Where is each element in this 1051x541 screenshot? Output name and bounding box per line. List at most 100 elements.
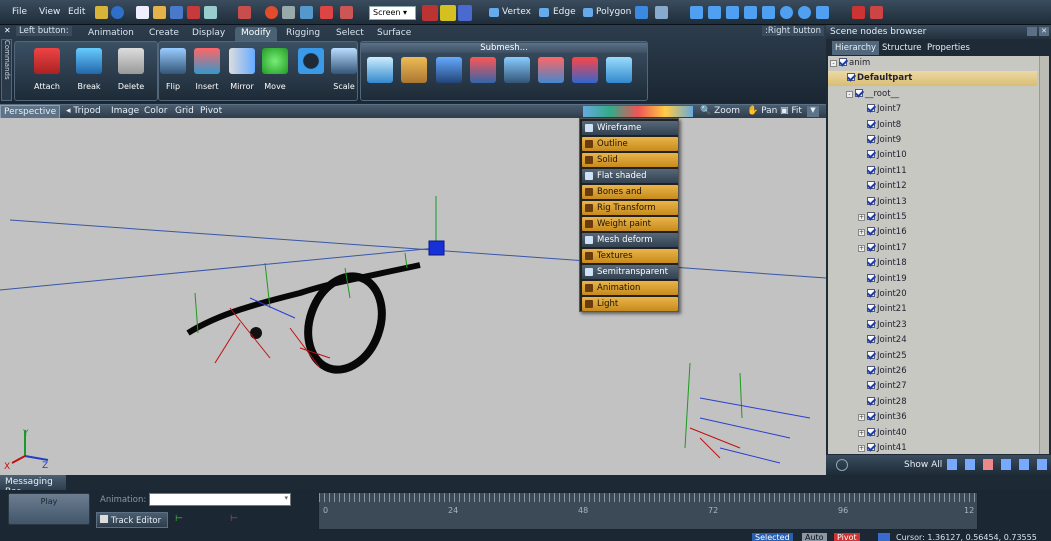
pivot-button[interactable]: Pivot [200,106,222,116]
submesh-extrude-icon[interactable] [436,57,462,83]
tab-rigging[interactable]: Rigging [280,27,326,41]
visibility-checkbox[interactable] [867,381,875,390]
shade-menu-item-flat-shaded[interactable]: Flat shaded [582,169,678,183]
visibility-checkbox[interactable] [867,119,875,128]
open-folder-icon[interactable] [153,6,166,19]
snap-icon[interactable] [635,6,648,19]
tree-node[interactable]: + Joint17 [858,241,907,256]
insert-button[interactable]: Insert [189,44,225,98]
expand-icon[interactable]: + [858,429,865,437]
visibility-checkbox[interactable] [867,289,875,297]
tree-node[interactable]: Joint9 [858,133,901,148]
visibility-checkbox[interactable] [867,366,875,374]
submesh-bevel-icon[interactable] [504,57,530,83]
commands-side-label[interactable]: Commands [1,39,12,101]
image-button[interactable]: Image [111,106,139,116]
pin-icon[interactable] [1027,27,1037,36]
tree-scrollbar[interactable] [1039,56,1049,454]
visibility-checkbox[interactable] [839,58,847,66]
fit-button[interactable]: ▣ Fit [780,106,802,116]
panel-close-icon[interactable]: ✕ [1039,27,1049,36]
collapse-icon[interactable]: - [846,90,853,98]
selected-status[interactable]: Selected [752,533,793,541]
viewport-menu-arrow[interactable]: ▼ [807,106,819,117]
tab-structure[interactable]: Structure [879,41,925,55]
redo-icon[interactable] [300,6,313,19]
collapse-all-icon[interactable] [965,459,975,470]
visibility-checkbox[interactable] [867,443,875,451]
visibility-checkbox[interactable] [867,335,875,344]
visibility-checkbox[interactable] [867,150,875,159]
tree-node[interactable]: Joint8 [858,118,901,133]
menu-edit[interactable]: Edit [68,7,85,17]
visibility-checkbox[interactable] [867,242,875,251]
shade-menu-item-bones-and-skeleton[interactable]: Bones and Skeleton [582,185,678,211]
submesh-cube-icon[interactable] [367,57,393,83]
expand-icon[interactable]: + [858,414,865,422]
submesh-weld-icon[interactable] [538,57,564,83]
tripod-button[interactable]: ◂ Tripod [66,106,101,116]
tree-node[interactable]: Joint27 [858,379,907,394]
save-icon[interactable] [170,6,183,19]
visibility-checkbox[interactable] [847,73,855,82]
view-icon-6[interactable] [816,6,829,19]
menu-file[interactable]: File [12,7,27,17]
expand-icon[interactable]: + [858,244,865,252]
joint-sphere[interactable] [250,327,262,339]
tab-modify[interactable]: Modify [235,27,277,41]
camera-icon[interactable] [798,6,811,19]
auto-status[interactable]: Auto [802,533,827,541]
submesh-brush-icon[interactable] [401,57,427,83]
visibility-checkbox[interactable] [867,304,875,313]
tree-node[interactable]: + Joint41 [858,441,907,454]
tree-node[interactable]: Joint11 [858,164,907,179]
view-icon-1[interactable] [690,6,703,19]
visibility-checkbox[interactable] [867,104,875,113]
grid-button[interactable]: Grid [175,106,194,116]
tree-node[interactable]: Defaultpart [828,71,1037,87]
pivot-status[interactable]: Pivot [834,533,860,541]
delete-button[interactable]: Delete [113,44,149,98]
list-icon[interactable] [1019,459,1029,470]
tree-node[interactable]: Joint7 [858,102,901,117]
tool-icon[interactable] [238,6,251,19]
tab-properties[interactable]: Properties [924,41,973,55]
expand-icon[interactable]: + [858,214,865,221]
options-icon[interactable] [1037,459,1047,470]
view-icon-4[interactable] [744,6,757,19]
screen-dropdown[interactable]: Screen ▾ [369,6,416,20]
z-axis-icon[interactable] [458,5,472,21]
submesh-grid-icon[interactable] [606,57,632,83]
sphere-icon[interactable] [780,6,793,19]
tree-node[interactable]: Joint25 [858,349,907,364]
visibility-checkbox[interactable] [867,427,875,436]
record-icon[interactable] [265,6,278,19]
visibility-checkbox[interactable] [867,258,875,267]
tree-node[interactable]: Joint18 [858,256,907,271]
break-button[interactable]: Break [71,44,107,98]
vertex-mode[interactable]: Vertex [502,7,531,17]
play-button[interactable]: Play [8,493,90,525]
stop-icon[interactable] [870,6,883,19]
shade-menu-item-rig-transform[interactable]: Rig Transform [582,201,678,215]
shade-menu-item-mesh-deform[interactable]: Mesh deform [582,233,678,247]
grid-icon[interactable] [282,6,295,19]
x-axis-icon[interactable] [422,5,438,21]
visibility-checkbox[interactable] [867,396,875,405]
view-icon-2[interactable] [708,6,721,19]
perspective-button[interactable]: Perspective [0,105,61,119]
tree-node[interactable]: Joint19 [858,272,907,287]
visibility-checkbox[interactable] [867,412,875,421]
sort-icon[interactable] [1001,459,1011,470]
filter-icon[interactable] [983,459,993,470]
select-icon[interactable] [320,6,333,19]
view-icon-5[interactable] [762,6,775,19]
edge-mode[interactable]: Edge [553,7,576,17]
undo-icon[interactable] [95,6,108,19]
mirror-button[interactable]: Mirror [224,44,260,98]
rotate-button[interactable] [293,44,329,98]
tab-animation[interactable]: Animation [82,27,140,41]
attach-button[interactable]: Attach [29,44,65,98]
view-icon-3[interactable] [726,6,739,19]
tree-node[interactable]: + Joint40 [858,426,907,441]
